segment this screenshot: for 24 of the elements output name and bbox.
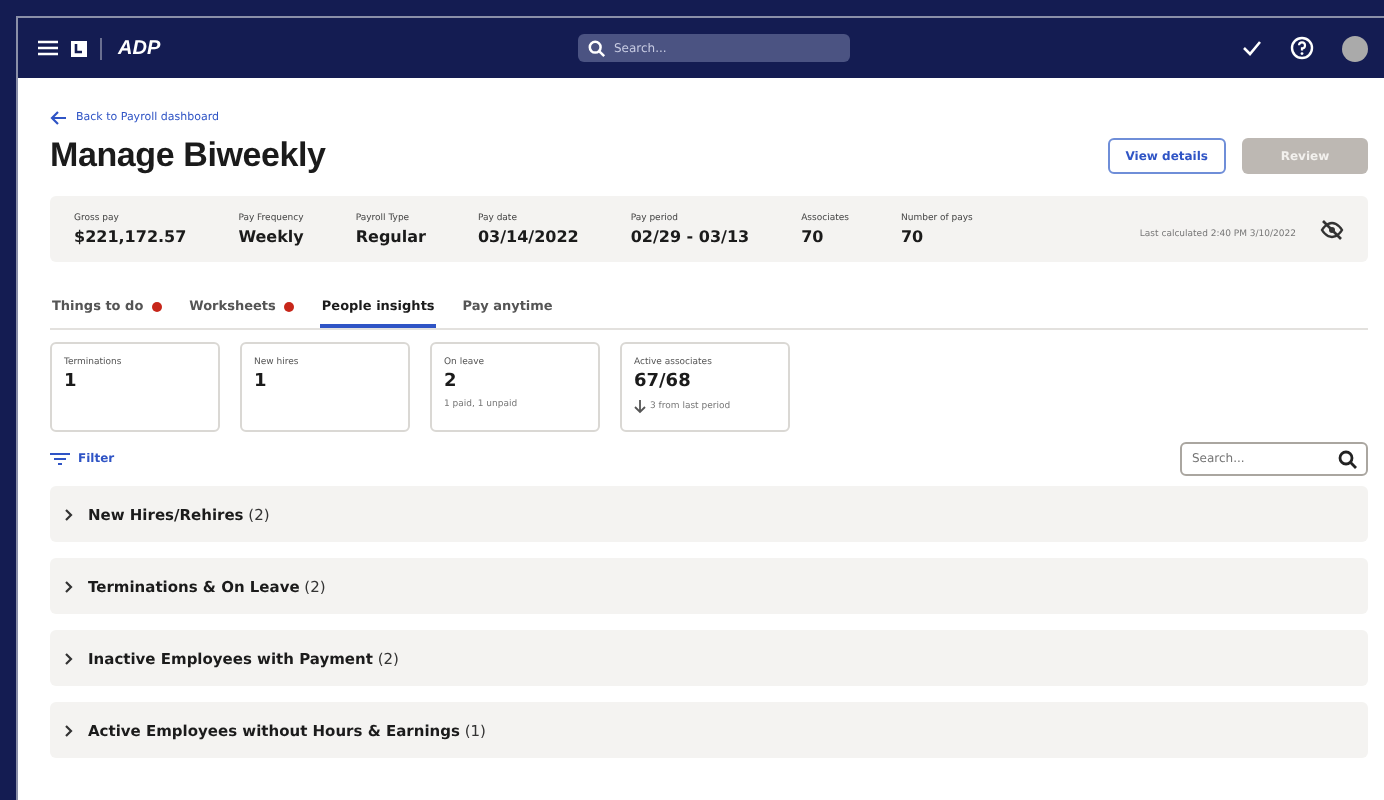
app-switcher-icon[interactable] <box>70 39 88 57</box>
card-value: 67/68 <box>634 372 691 392</box>
page-title: Manage Biweekly <box>50 136 326 176</box>
search-icon <box>1338 449 1358 469</box>
field-value: $221,172.57 <box>74 227 187 245</box>
checkmark-icon[interactable] <box>1242 40 1262 56</box>
card-value: 1 <box>254 372 267 392</box>
card-value: 1 <box>64 372 77 392</box>
avatar[interactable] <box>1342 35 1368 61</box>
help-icon[interactable] <box>1290 36 1314 60</box>
search-icon <box>588 39 606 57</box>
field-value: 03/14/2022 <box>477 227 579 245</box>
menu-icon[interactable] <box>38 40 58 56</box>
field-value: 70 <box>801 227 826 245</box>
field-value: 02/29 - 03/13 <box>630 227 750 245</box>
field-value: Regular <box>355 227 426 245</box>
field-value: 70 <box>900 227 926 245</box>
logo[interactable]: ADP <box>100 37 161 59</box>
eye-slash-icon[interactable] <box>1320 219 1344 239</box>
arrow-left-icon <box>50 110 68 126</box>
field-value: Weekly <box>238 227 304 245</box>
card-value: 2 <box>444 372 457 392</box>
arrow-down-icon <box>634 400 646 414</box>
filter-icon <box>50 452 70 466</box>
